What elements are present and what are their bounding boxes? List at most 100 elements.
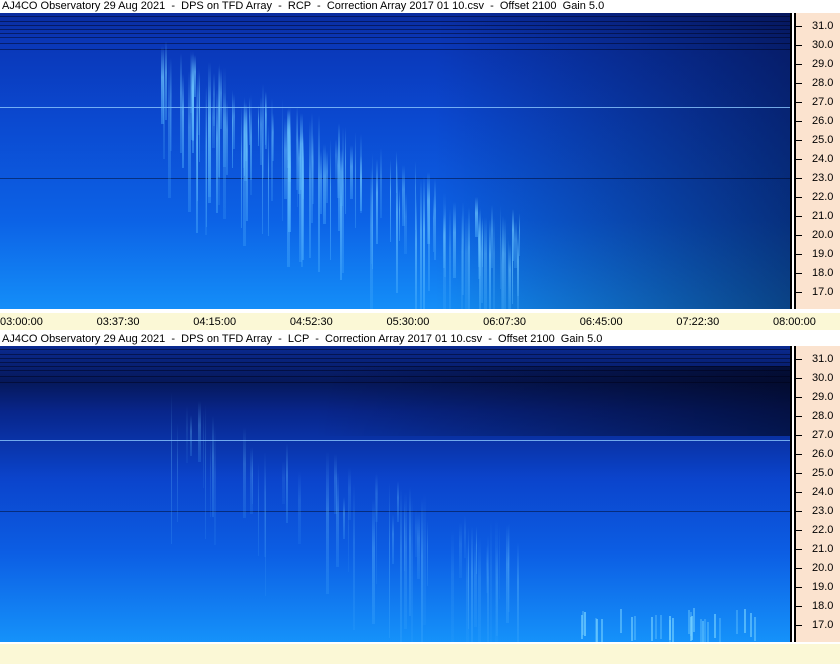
- tick-mark: [796, 235, 802, 236]
- burst-streak: [265, 91, 268, 149]
- burst-streak: [165, 40, 168, 120]
- frequency-tick: 28.0: [796, 410, 840, 422]
- burst-streak: [693, 608, 696, 633]
- burst-streak: [651, 616, 654, 641]
- frequency-tick: 24.0: [796, 486, 840, 498]
- burst-streak: [208, 61, 212, 204]
- lcp-spectrogram[interactable]: [0, 346, 790, 642]
- burst-streak: [486, 544, 489, 594]
- burst-streak: [282, 461, 286, 505]
- frequency-label: 19.0: [812, 581, 834, 593]
- burst-streak: [379, 147, 382, 219]
- frequency-label: 23.0: [812, 172, 834, 184]
- rcp-frequency-axis: 31.0 30.0 29.0 28.0 27.0 26.0 25.0 24.0 23.0 22.0…: [796, 13, 840, 309]
- burst-streak: [249, 96, 251, 145]
- frequency-tick: 22.0: [796, 524, 840, 536]
- frequency-label: 21.0: [812, 543, 834, 555]
- frequency-label: 31.0: [812, 20, 834, 32]
- burst-streak: [519, 213, 521, 257]
- tick-mark: [796, 216, 802, 217]
- burst-streak: [204, 404, 206, 539]
- burst-streak: [171, 391, 173, 544]
- tick-mark: [796, 83, 802, 84]
- time-label: 03:00:00: [0, 316, 43, 328]
- frequency-tick: 17.0: [796, 619, 840, 631]
- burst-streak: [202, 410, 204, 488]
- burst-streak: [195, 81, 198, 233]
- frequency-tick: 18.0: [796, 267, 840, 279]
- burst-streak: [736, 609, 739, 634]
- interference-line: [0, 358, 790, 359]
- frequency-label: 19.0: [812, 248, 834, 260]
- interference-line: [0, 49, 790, 50]
- frequency-tick: 22.0: [796, 191, 840, 203]
- bottom-status-bar: [0, 644, 840, 664]
- frequency-tick: 25.0: [796, 467, 840, 479]
- frequency-label: 21.0: [812, 210, 834, 222]
- frequency-label: 28.0: [812, 410, 834, 422]
- burst-streak: [299, 112, 303, 191]
- frequency-label: 26.0: [812, 115, 834, 127]
- frequency-tick: 17.0: [796, 286, 840, 298]
- frequency-tick: 23.0: [796, 172, 840, 184]
- rcp-panel-title: AJ4CO Observatory 29 Aug 2021 - DPS on T…: [0, 0, 792, 13]
- burst-streak: [414, 508, 417, 557]
- tick-mark: [796, 45, 802, 46]
- frequency-tick: 29.0: [796, 391, 840, 403]
- burst-streak: [468, 207, 471, 309]
- interference-line: [0, 362, 790, 363]
- tick-mark: [796, 625, 802, 626]
- burst-streak: [633, 616, 636, 641]
- burst-streak: [376, 158, 379, 244]
- burst-streak: [325, 150, 328, 204]
- frequency-tick: 19.0: [796, 581, 840, 593]
- tick-mark: [796, 254, 802, 255]
- rcp-spectrogram[interactable]: [0, 13, 790, 309]
- time-label: 08:00:00: [773, 316, 816, 328]
- frequency-tick: 31.0: [796, 353, 840, 365]
- burst-streak: [474, 197, 478, 238]
- frequency-tick: 31.0: [796, 20, 840, 32]
- burst-streak: [399, 189, 401, 241]
- burst-streak: [249, 446, 253, 514]
- time-label: 03:37:30: [96, 316, 140, 328]
- frequency-label: 29.0: [812, 58, 834, 70]
- burst-streak: [508, 244, 511, 309]
- burst-streak: [185, 404, 188, 464]
- burst-streak: [219, 68, 222, 129]
- tick-mark: [796, 530, 802, 531]
- frequency-label: 31.0: [812, 353, 834, 365]
- burst-streak: [242, 427, 246, 519]
- burst-streak: [480, 220, 483, 304]
- burst-streak: [671, 617, 674, 642]
- burst-streak: [283, 118, 287, 199]
- frequency-tick: 20.0: [796, 229, 840, 241]
- frequency-label: 20.0: [812, 562, 834, 574]
- burst-streak: [225, 99, 228, 175]
- frequency-tick: 30.0: [796, 39, 840, 51]
- burst-streak: [326, 451, 330, 595]
- interference-line: [0, 43, 790, 44]
- burst-streak: [580, 614, 583, 639]
- tick-mark: [796, 292, 802, 293]
- burst-streak: [753, 616, 756, 641]
- frequency-label: 17.0: [812, 286, 834, 298]
- burst-streak: [197, 401, 201, 462]
- frequency-label: 26.0: [812, 448, 834, 460]
- frequency-tick: 26.0: [796, 115, 840, 127]
- burst-streak: [498, 523, 500, 600]
- burst-streak: [240, 104, 242, 228]
- burst-streak: [242, 99, 246, 246]
- burst-streak: [703, 619, 706, 642]
- time-label: 05:30:00: [386, 316, 430, 328]
- burst-streak: [707, 621, 710, 642]
- burst-streak: [743, 609, 746, 634]
- burst-streak: [416, 511, 420, 580]
- burst-streak: [468, 526, 470, 629]
- time-label: 04:52:30: [289, 316, 333, 328]
- burst-streak: [714, 613, 717, 638]
- tick-mark: [796, 26, 802, 27]
- burst-streak: [601, 618, 604, 642]
- burst-streak: [471, 526, 474, 642]
- burst-streak: [516, 541, 519, 642]
